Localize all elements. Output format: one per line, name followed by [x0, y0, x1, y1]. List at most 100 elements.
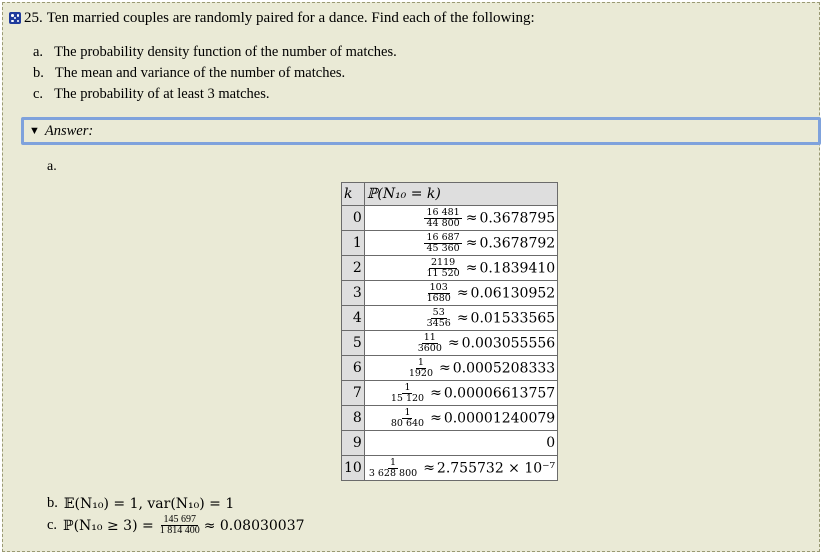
- k-cell: 2: [341, 255, 365, 281]
- approx-sign: ≈: [430, 410, 442, 426]
- probability-value: 0.1839410: [479, 260, 556, 276]
- at-least-3-approx: ≈ 0.08030037: [203, 517, 305, 534]
- fraction-numerator: 16 481: [424, 206, 462, 219]
- probability-cell: 16 481 44 800 ≈0.3678795: [363, 205, 559, 231]
- table-row: 5 11 3600 ≈0.003055556: [341, 330, 559, 356]
- fraction-numerator: 103: [427, 281, 450, 294]
- k-cell: 1: [341, 230, 365, 256]
- approx-sign: ≈: [423, 460, 435, 476]
- approx-sign: ≈: [465, 235, 478, 251]
- fraction-denominator: 3456: [426, 317, 451, 329]
- sub-question-label: c.: [33, 86, 44, 102]
- exercise-panel: 25. Ten married couples are randomly pai…: [2, 2, 821, 552]
- problem-number: 25.: [24, 10, 43, 26]
- approx-sign: ≈: [465, 210, 478, 226]
- k-cell: 6: [341, 355, 365, 381]
- probability-value: 0.00001240079: [443, 410, 556, 426]
- approx-sign: ≈: [447, 335, 460, 351]
- probability-fraction: 53 3456: [425, 306, 453, 329]
- triangle-down-icon: ▼: [29, 125, 40, 137]
- die-icon[interactable]: [9, 12, 21, 24]
- table-header-row: k ℙ(N₁₀ = k): [341, 182, 559, 206]
- table-row: 90: [341, 430, 559, 456]
- fraction-numerator: 11: [421, 331, 438, 344]
- fraction-denominator: 45 360: [426, 242, 460, 254]
- fraction-denominator: 1920: [408, 367, 433, 379]
- fraction-denominator: 15 120: [390, 392, 425, 404]
- table-row: 0 16 481 44 800 ≈0.3678795: [341, 205, 559, 231]
- answer-toggle[interactable]: ▼ Answer:: [21, 117, 821, 145]
- fraction-denominator: 3600: [417, 342, 442, 354]
- fraction-numerator: 1: [402, 406, 413, 419]
- column-header-k: k: [341, 182, 365, 206]
- answer-part-a-label: a.: [47, 159, 57, 174]
- probability-cell: 1 15 120 ≈0.00006613757: [363, 380, 559, 406]
- answer-part-c-label: c.: [47, 517, 58, 533]
- probability-value: 0.06130952: [470, 285, 556, 301]
- sub-question-text: The probability of at least 3 matches.: [54, 86, 270, 102]
- sub-question-b: b. The mean and variance of the number o…: [33, 64, 345, 82]
- sub-question-label: a.: [33, 44, 44, 60]
- sub-question-text: The mean and variance of the number of m…: [54, 65, 346, 81]
- probability-fraction: 1 1920: [407, 356, 435, 379]
- problem-statement: Ten married couples are randomly paired …: [46, 10, 535, 26]
- fraction-denominator: 11 520: [426, 267, 460, 279]
- table-row: 3 103 1680 ≈0.06130952: [341, 280, 559, 306]
- table-row: 10 1 3 628 800 ≈2.755732 × 10⁻⁷: [341, 455, 559, 481]
- fraction-numerator: 16 687: [424, 231, 462, 244]
- approx-sign: ≈: [456, 310, 469, 326]
- sub-question-label: b.: [33, 65, 44, 81]
- probability-fraction: 13 628 800: [367, 456, 419, 479]
- k-cell: 0: [341, 205, 365, 231]
- probability-value: 0.3678795: [479, 210, 556, 226]
- probability-value: 0.01533565: [470, 310, 556, 326]
- probability-fraction: 1 15 120: [389, 381, 426, 404]
- k-cell: 7: [341, 380, 365, 406]
- probability-cell: 2119 11 520 ≈0.1839410: [363, 255, 559, 281]
- probability-value: 0.3678792: [479, 235, 556, 251]
- mean-variance-result: 𝔼(N₁₀) = 1, var(N₁₀) = 1: [63, 495, 235, 512]
- k-cell: 4: [341, 305, 365, 331]
- at-least-3-lhs: ℙ(N₁₀ ≥ 3) =: [63, 517, 154, 534]
- fraction-numerator: 53: [430, 306, 447, 319]
- fraction-numerator: 2119: [429, 256, 458, 269]
- probability-value: 2.755732 × 10⁻⁷: [436, 460, 556, 476]
- matches-distribution-table: k ℙ(N₁₀ = k) 0 16 481 44 800 ≈0.3678795 1 16 …: [341, 182, 559, 481]
- probability-value: 0.00006613757: [443, 385, 556, 401]
- fraction-numerator: 1: [387, 456, 399, 469]
- k-cell: 3: [341, 280, 365, 306]
- answer-part-b-label: b.: [47, 495, 58, 511]
- k-cell: 5: [341, 330, 365, 356]
- probability-value: 0.003055556: [461, 335, 556, 351]
- fraction-numerator: 1: [402, 381, 413, 394]
- approx-sign: ≈: [456, 285, 469, 301]
- answer-part-c: c. ℙ(N₁₀ ≥ 3) = 145 697 1 814 400 ≈ 0.08…: [47, 515, 305, 536]
- probability-cell: 0: [363, 430, 559, 456]
- fraction-denominator: 80 640: [390, 417, 425, 429]
- probability-cell: 103 1680 ≈0.06130952: [363, 280, 559, 306]
- approx-sign: ≈: [439, 360, 451, 376]
- fraction-denominator: 1680: [426, 292, 451, 304]
- probability-cell: 1 1920 ≈0.0005208333: [363, 355, 559, 381]
- table-row: 4 53 3456 ≈0.01533565: [341, 305, 559, 331]
- sub-question-c: c. The probability of at least 3 matches…: [33, 85, 269, 103]
- fraction-denominator: 3 628 800: [368, 467, 418, 479]
- probability-cell: 16 687 45 360 ≈0.3678792: [363, 230, 559, 256]
- fraction-denominator: 44 800: [426, 217, 460, 229]
- table-row: 7 1 15 120 ≈0.00006613757: [341, 380, 559, 406]
- probability-cell: 1 80 640 ≈0.00001240079: [363, 405, 559, 431]
- probability-fraction: 1 80 640: [389, 406, 426, 429]
- column-header-probability: ℙ(N₁₀ = k): [363, 182, 559, 206]
- fraction-numerator: 1: [415, 356, 426, 369]
- probability-cell: 11 3600 ≈0.003055556: [363, 330, 559, 356]
- k-cell: 10: [341, 455, 365, 481]
- sub-question-text: The probability density function of the …: [54, 44, 397, 60]
- probability-cell: 53 3456 ≈0.01533565: [363, 305, 559, 331]
- approx-sign: ≈: [465, 260, 478, 276]
- answer-label: Answer:: [44, 122, 94, 139]
- table-row: 6 1 1920 ≈0.0005208333: [341, 355, 559, 381]
- k-cell: 8: [341, 405, 365, 431]
- probability-fraction: 16 687 45 360: [424, 231, 462, 254]
- sub-question-a: a. The probability density function of t…: [33, 43, 397, 61]
- fraction-denominator: 1 814 400: [159, 525, 200, 536]
